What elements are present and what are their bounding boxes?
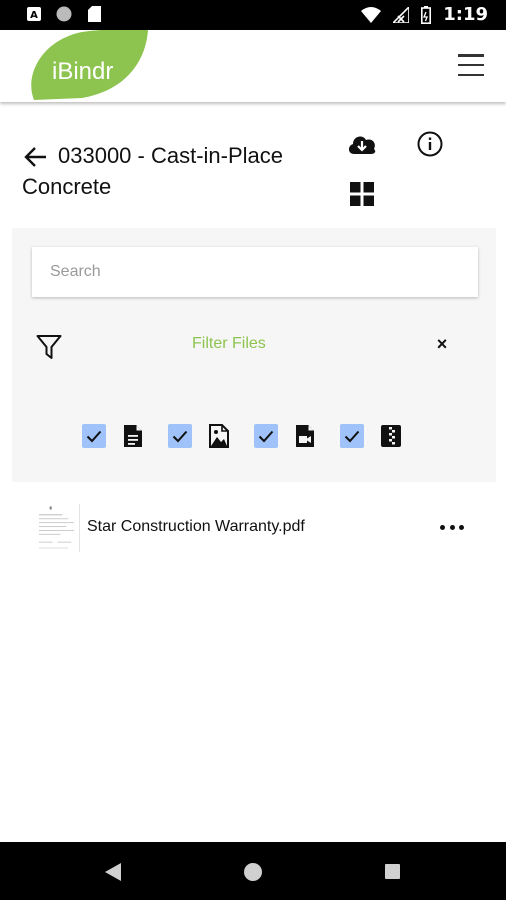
battery-icon: [421, 5, 432, 24]
document-icon: [124, 425, 142, 447]
app-logo[interactable]: iBindr: [52, 58, 113, 86]
zip-type-checkbox[interactable]: [340, 424, 364, 448]
cloud-download-icon[interactable]: [346, 130, 378, 158]
clear-filter-icon[interactable]: ×: [432, 334, 452, 354]
app-header: iBindr: [0, 30, 506, 102]
no-signal-icon: [393, 6, 410, 23]
search-input[interactable]: [32, 247, 478, 297]
file-name[interactable]: Star Construction Warranty.pdf: [87, 518, 305, 536]
system-nav-bar: [0, 842, 506, 900]
zip-file-icon: [381, 425, 401, 447]
more-options-icon[interactable]: [440, 522, 464, 532]
image-type-checkbox[interactable]: [168, 424, 192, 448]
a-notification-icon: A: [26, 6, 42, 22]
page-title: 033000 - Cast-in-Place Concrete: [22, 143, 284, 199]
filter-panel: Filter Files ×: [12, 228, 496, 482]
status-bar: A 1:19: [0, 0, 506, 30]
sd-card-icon: [86, 6, 102, 22]
search-box: [32, 247, 478, 297]
info-icon[interactable]: [416, 130, 444, 158]
grid-view-icon[interactable]: [350, 182, 374, 206]
nav-back-icon[interactable]: [104, 862, 122, 882]
file-list-item[interactable]: Star Construction Warranty.pdf: [0, 500, 506, 558]
hamburger-menu-icon[interactable]: [458, 54, 484, 76]
filter-funnel-icon[interactable]: [36, 334, 62, 360]
video-type-checkbox[interactable]: [254, 424, 278, 448]
app-screen: A 1:19 iBindr 033000 - Cast-in-Place Con…: [0, 0, 506, 900]
clock-time: 1:19: [443, 4, 488, 25]
circle-notification-icon: [56, 6, 72, 22]
video-file-icon: [296, 425, 314, 447]
nav-recents-icon[interactable]: [385, 864, 400, 879]
pdf-thumbnail: [36, 504, 80, 552]
nav-home-icon[interactable]: [244, 863, 262, 881]
filter-files-label[interactable]: Filter Files: [192, 335, 266, 353]
svg-text:A: A: [30, 10, 38, 21]
wifi-icon: [361, 6, 382, 23]
document-type-checkbox[interactable]: [82, 424, 106, 448]
image-file-icon: [209, 424, 229, 448]
